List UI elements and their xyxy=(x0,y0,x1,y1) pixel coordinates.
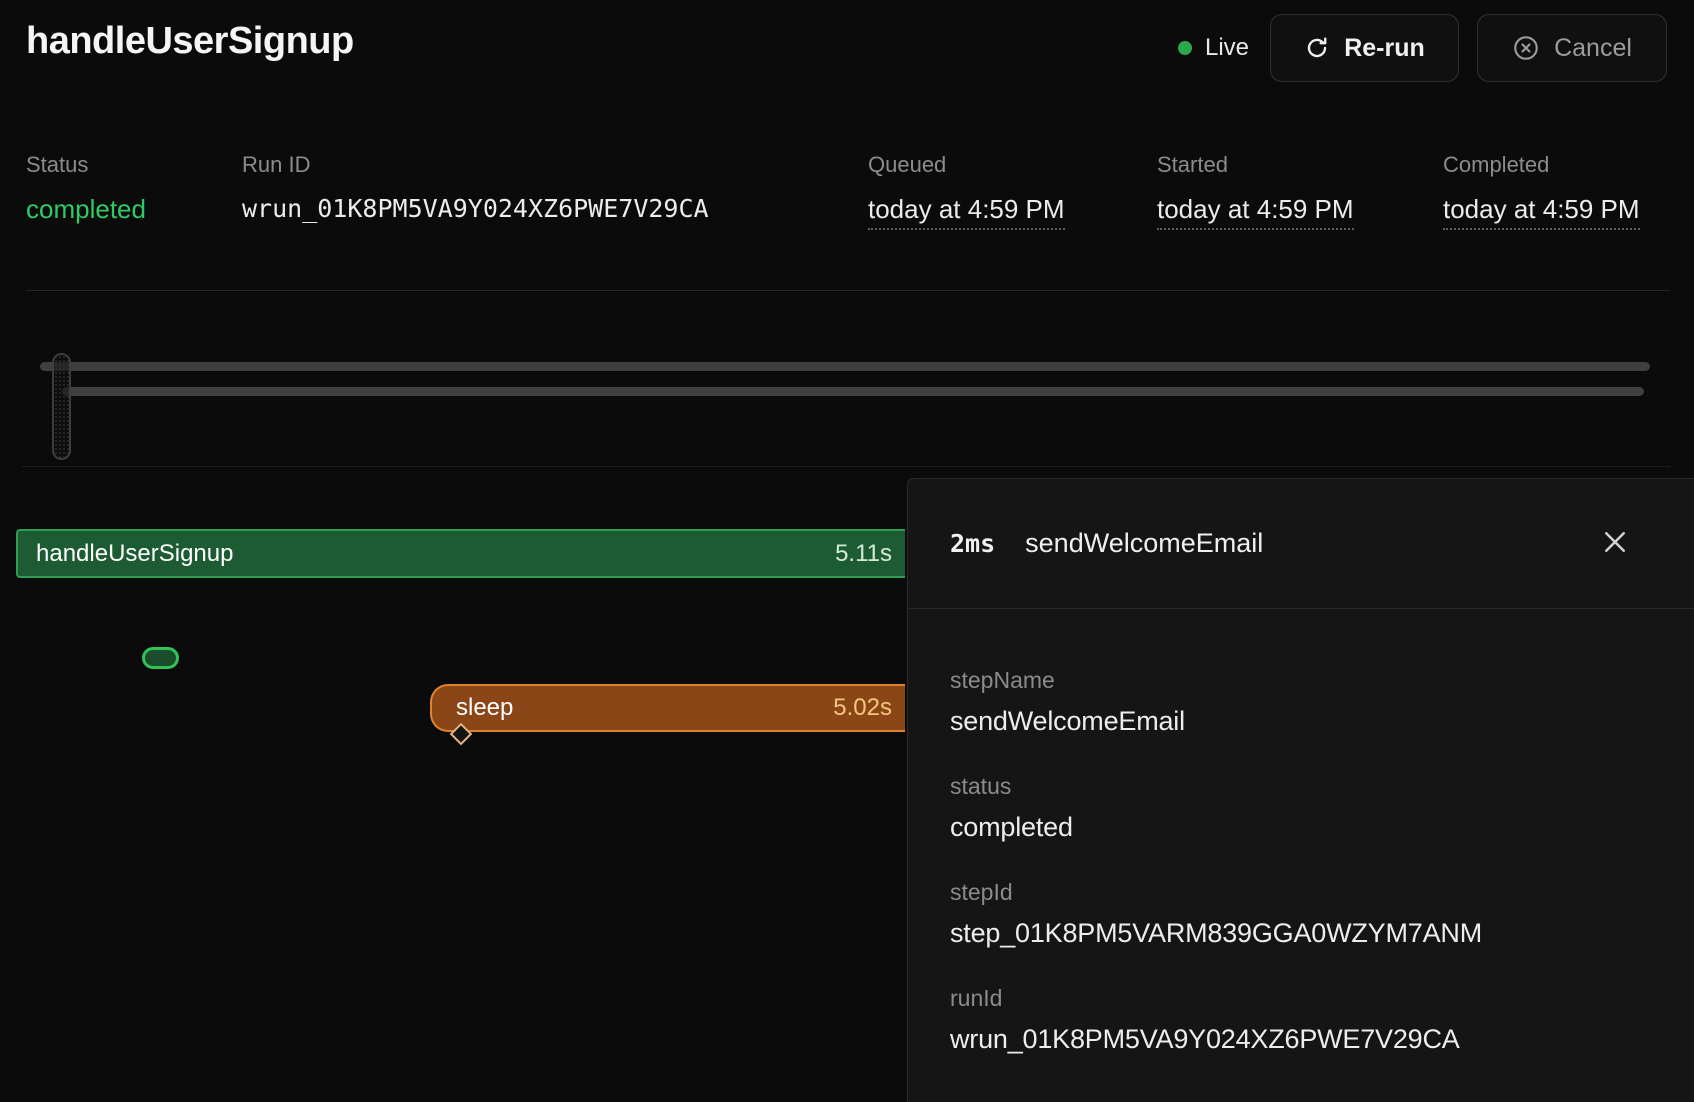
meta-status-label: Status xyxy=(26,148,146,182)
field-status: status completed xyxy=(950,771,1654,844)
live-dot-icon xyxy=(1178,41,1192,55)
field-value: sendWelcomeEmail xyxy=(950,704,1654,738)
page-title: handleUserSignup xyxy=(26,20,354,63)
field-runid: runId wrun_01K8PM5VA9Y024XZ6PWE7V29CA xyxy=(950,983,1654,1056)
cancel-button-label: Cancel xyxy=(1554,34,1632,63)
gantt-bar-label: handleUserSignup xyxy=(36,540,233,568)
gantt-top-boundary xyxy=(23,466,1670,467)
meta-queued: Queued today at 4:59 PM xyxy=(868,148,1065,230)
field-label: stepId xyxy=(950,877,1654,907)
meta-run-id: Run ID wrun_01K8PM5VA9Y024XZ6PWE7V29CA xyxy=(242,148,709,224)
status-badge: completed xyxy=(26,194,146,224)
started-time: today at 4:59 PM xyxy=(1157,194,1354,230)
step-detail-header: 2ms sendWelcomeEmail xyxy=(908,479,1694,609)
refresh-icon xyxy=(1304,35,1330,61)
step-title: sendWelcomeEmail xyxy=(1025,528,1263,559)
gantt-bar-handleusersignup[interactable]: handleUserSignup 5.11s xyxy=(16,529,905,578)
meta-started: Started today at 4:59 PM xyxy=(1157,148,1354,230)
live-indicator: Live xyxy=(1178,30,1249,66)
meta-completed: Completed today at 4:59 PM xyxy=(1443,148,1640,230)
field-label: status xyxy=(950,771,1654,801)
gantt-bar-duration: 5.11s xyxy=(835,540,892,568)
live-label: Live xyxy=(1205,34,1249,62)
header-divider xyxy=(26,290,1670,291)
gantt-bar-duration: 5.02s xyxy=(833,694,892,722)
gantt-bar-sleep[interactable]: sleep 5.02s xyxy=(430,684,905,732)
step-duration: 2ms xyxy=(950,529,995,558)
minimap-track-bar-root xyxy=(40,362,1650,371)
queued-time: today at 4:59 PM xyxy=(868,194,1065,230)
gantt-step-pill-selected[interactable] xyxy=(142,647,179,669)
close-icon xyxy=(1600,527,1630,560)
rerun-button[interactable]: Re-run xyxy=(1270,14,1459,82)
field-label: stepName xyxy=(950,665,1654,695)
field-value: completed xyxy=(950,810,1654,844)
cancel-button[interactable]: Cancel xyxy=(1477,14,1667,82)
circle-x-icon xyxy=(1512,34,1540,62)
meta-queued-label: Queued xyxy=(868,148,1065,182)
rerun-button-label: Re-run xyxy=(1344,34,1425,63)
step-detail-body: stepName sendWelcomeEmail status complet… xyxy=(908,609,1694,1056)
meta-completed-label: Completed xyxy=(1443,148,1640,182)
field-stepname: stepName sendWelcomeEmail xyxy=(950,665,1654,738)
run-id-value: wrun_01K8PM5VA9Y024XZ6PWE7V29CA xyxy=(242,194,709,224)
minimap-brush-handle[interactable] xyxy=(52,353,71,460)
minimap-track-bar-sleep xyxy=(62,387,1644,396)
meta-started-label: Started xyxy=(1157,148,1354,182)
field-label: runId xyxy=(950,983,1654,1013)
workflow-run-page: handleUserSignup Live Re-run Cancel Stat… xyxy=(0,0,1694,1102)
meta-status: Status completed xyxy=(26,148,146,224)
completed-time: today at 4:59 PM xyxy=(1443,194,1640,230)
meta-run-id-label: Run ID xyxy=(242,148,709,182)
field-stepid: stepId step_01K8PM5VARM839GGA0WZYM7ANM xyxy=(950,877,1654,950)
field-value: step_01K8PM5VARM839GGA0WZYM7ANM xyxy=(950,916,1654,950)
field-value: wrun_01K8PM5VA9Y024XZ6PWE7V29CA xyxy=(950,1022,1654,1056)
gantt-bar-label: sleep xyxy=(456,694,513,722)
step-detail-panel: 2ms sendWelcomeEmail stepName sendWelcom… xyxy=(907,478,1694,1102)
close-button[interactable] xyxy=(1596,525,1634,563)
